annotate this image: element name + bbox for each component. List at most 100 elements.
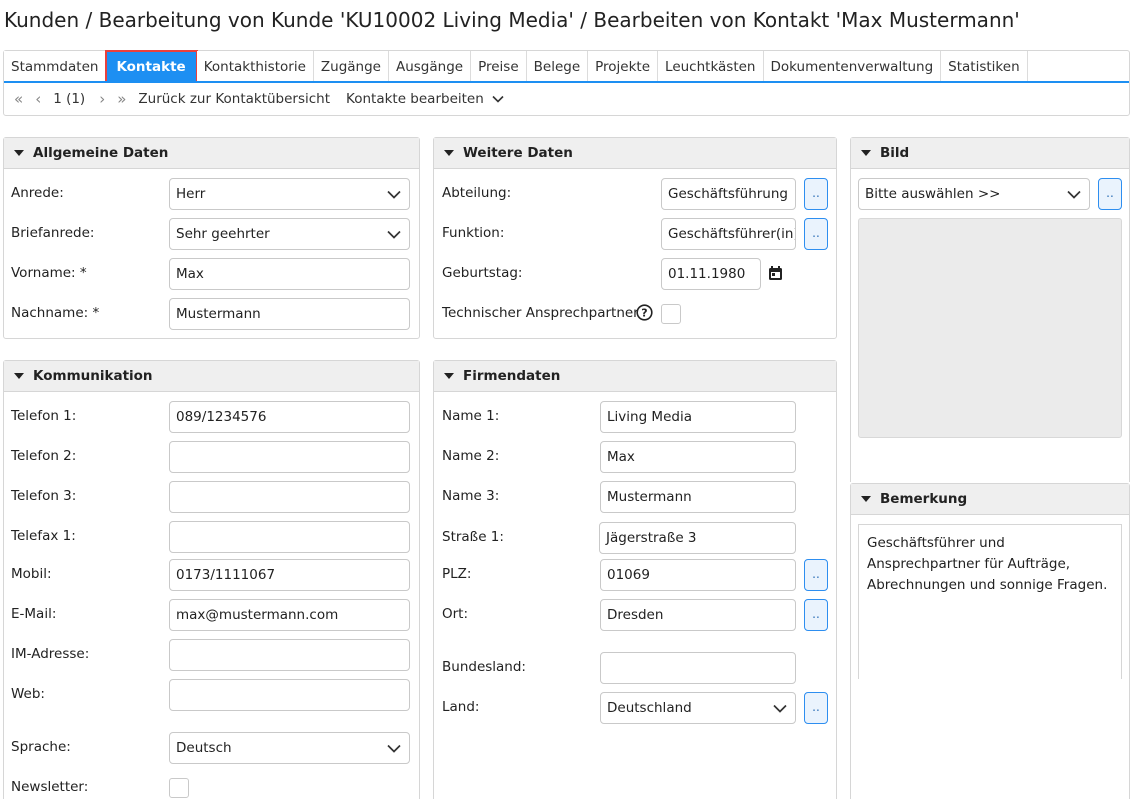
telefax1-field[interactable]	[169, 521, 410, 553]
chevron-down-icon	[387, 190, 401, 199]
tab-kontakte[interactable]: Kontakte	[105, 50, 198, 83]
panel-bild-header[interactable]: Bild	[851, 138, 1129, 169]
required-marker: *	[92, 305, 100, 321]
bild-select-value: Bitte auswählen >>	[865, 186, 1001, 202]
tab-container: Stammdaten Kontakte Kontakthistorie Zugä…	[3, 50, 1130, 116]
ort-label: Ort:	[442, 606, 469, 622]
prev-page-icon[interactable]: ‹	[35, 90, 41, 108]
help-icon-glyph: ?	[641, 307, 647, 320]
tab-belege[interactable]: Belege	[526, 51, 589, 82]
anrede-select[interactable]: Herr	[169, 178, 410, 210]
panel-weitere-daten-header[interactable]: Weitere Daten	[434, 138, 836, 169]
abteilung-label: Abteilung:	[442, 185, 512, 201]
tab-leuchtkaesten[interactable]: Leuchtkästen	[658, 51, 764, 82]
mobil-field[interactable]: 0173/1111067	[169, 559, 410, 591]
email-field[interactable]: max@mustermann.com	[169, 599, 410, 631]
tab-underline	[4, 81, 1129, 83]
tabbar: Stammdaten Kontakte Kontakthistorie Zugä…	[4, 50, 1028, 83]
abteilung-picker-button[interactable]: ..	[804, 178, 828, 210]
anrede-label: Anrede:	[11, 185, 64, 201]
geburtstag-field[interactable]: 01.11.1980	[661, 258, 761, 290]
ort-picker-button[interactable]: ..	[804, 599, 828, 631]
collapse-triangle-icon	[14, 150, 24, 156]
land-picker-button[interactable]: ..	[804, 692, 828, 724]
im-adresse-field[interactable]	[169, 639, 410, 671]
tab-dokumentenverwaltung[interactable]: Dokumentenverwaltung	[763, 51, 942, 82]
tab-kontakthistorie[interactable]: Kontakthistorie	[196, 51, 314, 82]
nachname-field[interactable]: Mustermann	[169, 298, 410, 330]
technischer-ansprechpartner-checkbox[interactable]	[661, 304, 681, 324]
tab-statistiken[interactable]: Statistiken	[941, 51, 1028, 82]
telefon2-field[interactable]	[169, 441, 410, 473]
land-label: Land:	[442, 699, 480, 715]
required-marker: *	[79, 265, 87, 281]
chevron-down-icon	[387, 744, 401, 753]
newsletter-checkbox[interactable]	[169, 778, 189, 798]
strasse1-field[interactable]: Jägerstraße 3	[599, 522, 796, 554]
back-to-overview-link[interactable]: Zurück zur Kontaktübersicht	[138, 91, 330, 107]
panel-title: Kommunikation	[33, 368, 153, 384]
last-page-icon[interactable]: »	[117, 90, 126, 108]
chevron-down-icon	[1067, 190, 1081, 199]
plz-picker-button[interactable]: ..	[804, 559, 828, 591]
next-page-icon[interactable]: ›	[99, 90, 105, 108]
calendar-icon[interactable]	[768, 265, 783, 281]
telefon3-field[interactable]	[169, 481, 410, 513]
strasse1-label: Straße 1:	[442, 529, 504, 545]
panel-bemerkung-header[interactable]: Bemerkung	[851, 484, 1129, 515]
technischer-ansprechpartner-label: Technischer Ansprechpartner:	[442, 305, 644, 321]
web-field[interactable]	[169, 679, 410, 711]
panel-title: Allgemeine Daten	[33, 145, 169, 161]
bild-select[interactable]: Bitte auswählen >>	[858, 178, 1090, 210]
chevron-down-icon	[773, 704, 787, 713]
bemerkung-textarea[interactable]: Geschäftsführer und Ansprechpartner für …	[858, 524, 1122, 679]
plz-label: PLZ:	[442, 566, 472, 582]
panel-allgemeine-daten-header[interactable]: Allgemeine Daten	[4, 138, 419, 169]
telefax1-label: Telefax 1:	[11, 528, 76, 544]
plz-field[interactable]: 01069	[600, 559, 796, 591]
vorname-field[interactable]: Max	[169, 258, 410, 290]
page-title: Kunden / Bearbeitung von Kunde 'KU10002 …	[4, 8, 1020, 32]
panel-kommunikation-header[interactable]: Kommunikation	[4, 361, 419, 392]
bild-picker-button[interactable]: ..	[1098, 178, 1122, 210]
help-icon[interactable]: ?	[636, 304, 653, 321]
geburtstag-label: Geburtstag:	[442, 265, 523, 281]
ort-field[interactable]: Dresden	[600, 599, 796, 631]
tab-ausgaenge[interactable]: Ausgänge	[388, 51, 472, 82]
mobil-label: Mobil:	[11, 566, 52, 582]
funktion-field[interactable]: Geschäftsführer(in)	[661, 218, 796, 250]
tab-preise[interactable]: Preise	[471, 51, 527, 82]
telefon1-field[interactable]: 089/1234576	[169, 401, 410, 433]
collapse-triangle-icon	[861, 496, 871, 502]
tab-zugaenge[interactable]: Zugänge	[313, 51, 389, 82]
funktion-picker-button[interactable]: ..	[804, 218, 828, 250]
tab-stammdaten[interactable]: Stammdaten	[4, 51, 107, 82]
panel-firmendaten-header[interactable]: Firmendaten	[434, 361, 836, 392]
bundesland-label: Bundesland:	[442, 659, 526, 675]
name3-label: Name 3:	[442, 488, 500, 504]
abteilung-field[interactable]: Geschäftsführung	[661, 178, 796, 210]
first-page-icon[interactable]: «	[14, 90, 23, 108]
bundesland-field[interactable]	[600, 652, 796, 684]
tab-projekte[interactable]: Projekte	[588, 51, 659, 82]
funktion-label: Funktion:	[442, 225, 505, 241]
image-preview	[858, 218, 1122, 438]
anrede-value: Herr	[176, 186, 206, 202]
im-adresse-label: IM-Adresse:	[11, 646, 90, 662]
collapse-triangle-icon	[444, 150, 454, 156]
sprache-value: Deutsch	[176, 740, 232, 756]
sprache-select[interactable]: Deutsch	[169, 732, 410, 764]
panel-title: Weitere Daten	[463, 145, 573, 161]
chevron-down-icon	[387, 230, 401, 239]
edit-contacts-menu[interactable]: Kontakte bearbeiten	[346, 91, 504, 107]
name2-field[interactable]: Max	[600, 441, 796, 473]
telefon1-label: Telefon 1:	[11, 408, 77, 424]
name1-field[interactable]: Living Media	[600, 401, 796, 433]
land-value: Deutschland	[607, 700, 692, 716]
briefanrede-select[interactable]: Sehr geehrter	[169, 218, 410, 250]
name3-field[interactable]: Mustermann	[600, 481, 796, 513]
sprache-label: Sprache:	[11, 739, 71, 755]
vorname-label: Vorname: *	[11, 265, 87, 281]
land-select[interactable]: Deutschland	[600, 692, 796, 724]
vorname-label-text: Vorname:	[11, 265, 76, 281]
